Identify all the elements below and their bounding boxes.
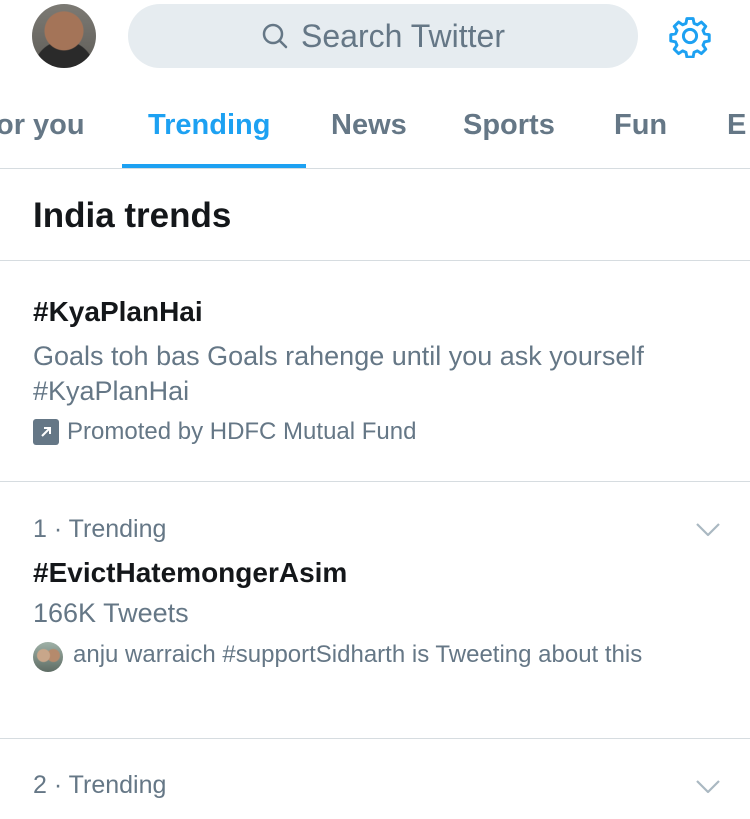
tweet-count: 166K Tweets (33, 598, 189, 628)
promoted-trend[interactable]: #KyaPlanHai Goals toh bas Goals rahenge … (0, 261, 750, 482)
promoted-arrow-icon (33, 419, 59, 445)
promoted-by-label: Promoted by HDFC Mutual Fund (67, 418, 417, 445)
promoted-by-row: Promoted by HDFC Mutual Fund (33, 418, 416, 446)
search-placeholder: Search Twitter (301, 17, 505, 54)
trend-context: anju warraich #supportSidharth is Tweeti… (33, 639, 723, 672)
explore-tabs: or you Trending News Sports Fun E (0, 80, 750, 169)
search-bar[interactable]: Search Twitter (128, 4, 638, 68)
section-header: India trends (0, 169, 750, 261)
trend-context-text: anju warraich #supportSidharth is Tweeti… (73, 641, 643, 668)
trend-rank: 2 · Trending (33, 771, 167, 799)
tab-sports[interactable]: Sports (463, 80, 555, 168)
promoted-description: Goals toh bas Goals rahenge until you as… (33, 341, 644, 406)
avatar (33, 642, 63, 672)
tab-fun[interactable]: Fun (614, 80, 667, 168)
section-title: India trends (33, 196, 232, 235)
trend-item[interactable]: 2 · Trending (0, 739, 750, 819)
profile-avatar[interactable] (32, 4, 96, 68)
gear-icon[interactable] (668, 14, 712, 58)
trend-rank: 1 · Trending (33, 515, 167, 543)
tab-news[interactable]: News (331, 80, 407, 168)
tab-for-you[interactable]: or you (0, 80, 85, 168)
search-icon (262, 23, 288, 49)
trend-item[interactable]: 1 · Trending #EvictHatemongerAsim 166K T… (0, 482, 750, 739)
chevron-down-icon[interactable] (695, 522, 721, 538)
top-bar: Search Twitter (0, 0, 750, 80)
tab-trending[interactable]: Trending (148, 80, 270, 168)
active-tab-indicator (122, 164, 306, 168)
tab-entertainment[interactable]: E (727, 80, 746, 168)
trend-name[interactable]: #EvictHatemongerAsim (33, 557, 347, 589)
chevron-down-icon[interactable] (695, 779, 721, 795)
promoted-hashtag[interactable]: #KyaPlanHai (33, 296, 203, 328)
